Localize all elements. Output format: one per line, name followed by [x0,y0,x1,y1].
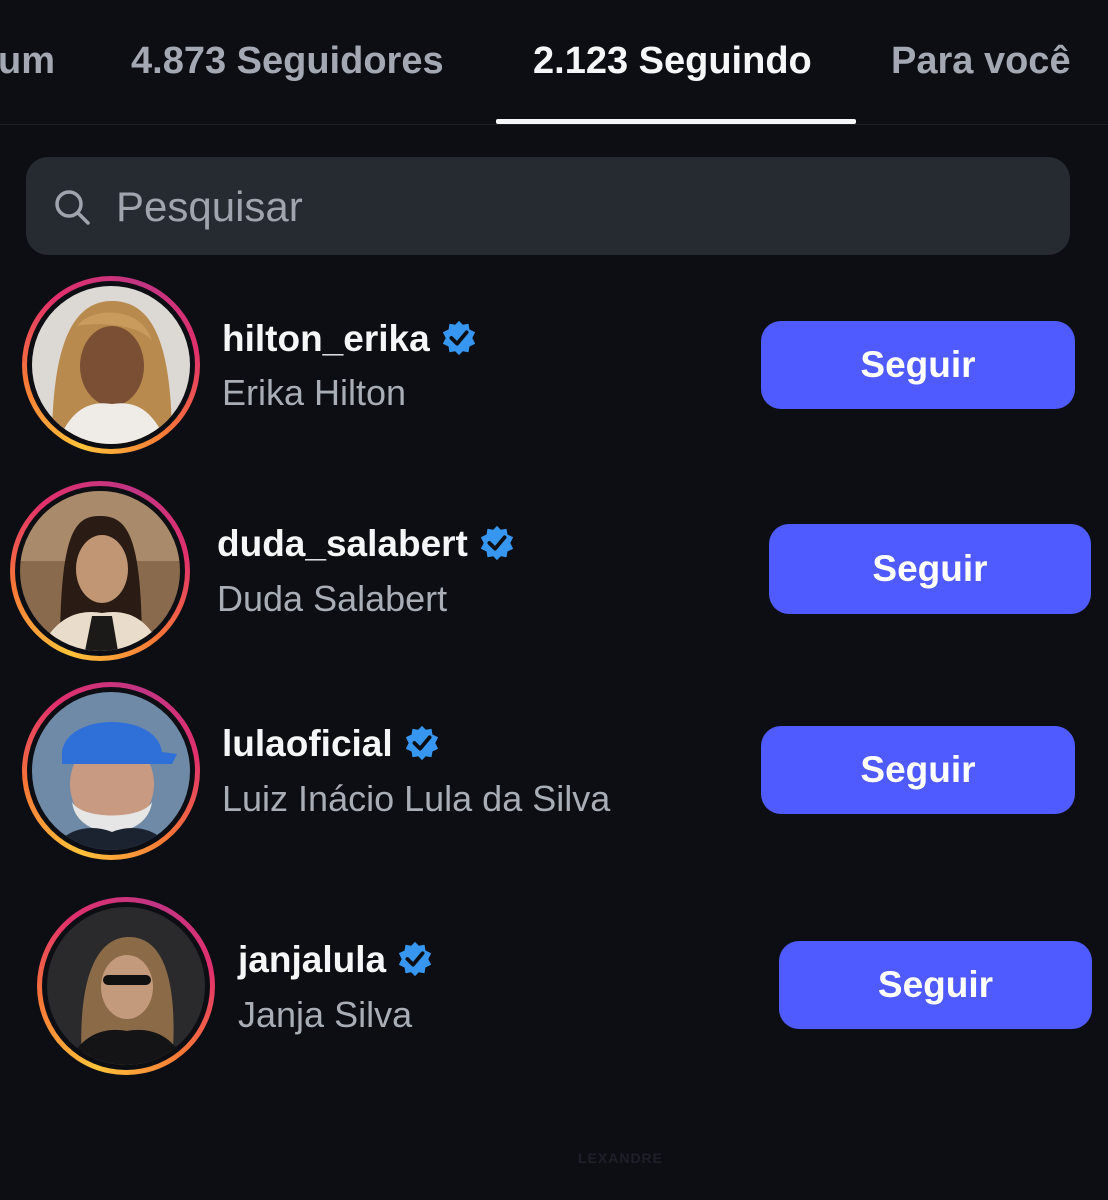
tab-followers[interactable]: 4.873 Seguidores [131,40,444,83]
full-name: Duda Salabert [217,578,448,619]
avatar-photo [32,692,190,850]
avatar[interactable] [22,276,200,454]
tab-for-you[interactable]: Para você [891,40,1071,83]
username-text: hilton_erika [222,318,430,359]
full-name: Janja Silva [238,994,413,1035]
full-name: Luiz Inácio Lula da Silva [222,778,611,819]
avatar-photo [47,907,205,1065]
username-text: duda_salabert [217,523,468,564]
full-name: Erika Hilton [222,372,407,413]
tab-bar: um 4.873 Seguidores 2.123 Seguindo Para … [0,0,1108,125]
follow-button[interactable]: Seguir [769,524,1091,614]
avatar[interactable] [37,897,215,1075]
avatar-photo [20,491,180,651]
verified-badge-icon [398,941,432,977]
username[interactable]: duda_salabert [217,523,516,565]
avatar[interactable] [22,682,200,860]
username[interactable]: janjalula [238,939,434,981]
search-icon [55,190,90,225]
verified-badge-icon [405,725,438,761]
follow-button[interactable]: Seguir [761,726,1075,814]
follow-button[interactable]: Seguir [779,941,1092,1029]
avatar[interactable] [10,481,190,661]
verified-badge-icon [480,525,514,561]
tab-partial[interactable]: um [0,40,55,83]
username[interactable]: lulaoficial [222,723,441,765]
tab-following[interactable]: 2.123 Seguindo [533,40,812,83]
username-text: janjalula [238,939,387,980]
follow-button[interactable]: Seguir [761,321,1075,409]
watermark: LEXANDRE [578,1150,664,1166]
active-tab-indicator [496,119,856,124]
search-input[interactable] [116,170,1016,244]
verified-badge-icon [442,320,475,356]
avatar-photo [32,286,190,444]
username[interactable]: hilton_erika [222,318,478,360]
username-text: lulaoficial [222,723,393,764]
